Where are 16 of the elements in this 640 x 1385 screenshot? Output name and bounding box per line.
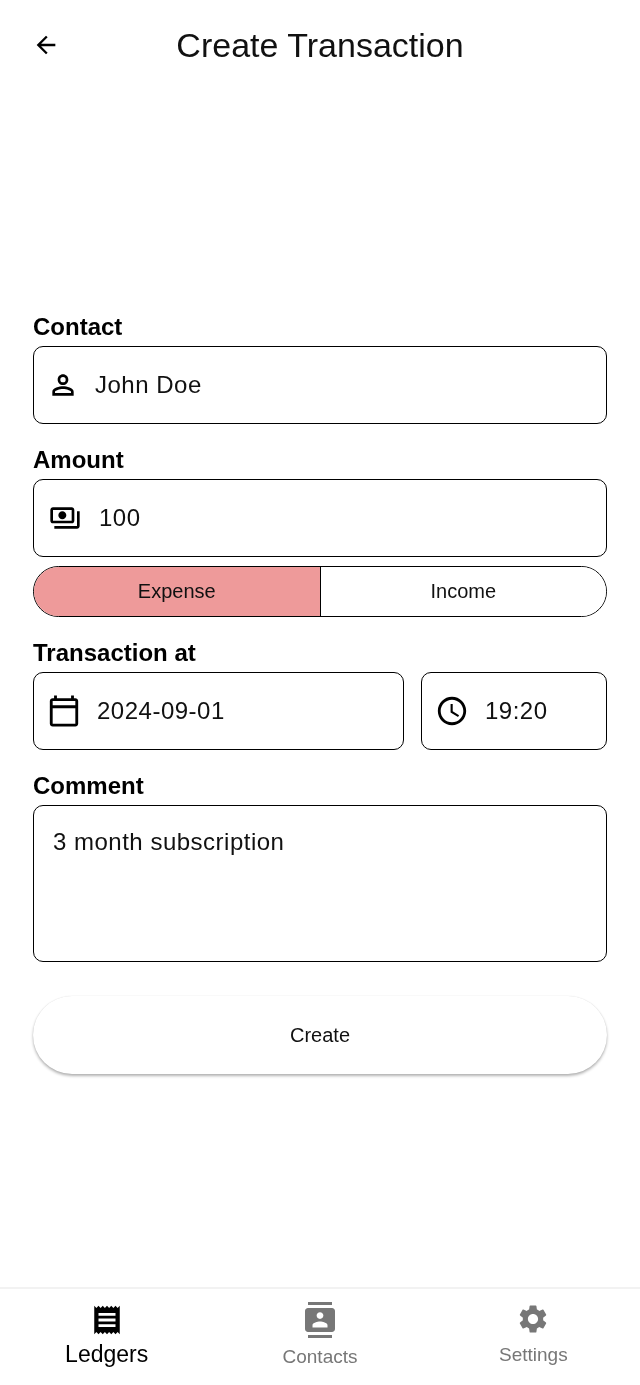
contact-card-icon: [302, 1302, 338, 1338]
time-field[interactable]: 19:20: [421, 672, 607, 750]
comment-field[interactable]: 3 month subscription: [33, 805, 607, 962]
clock-icon: [435, 694, 469, 728]
date-field[interactable]: 2024-09-01: [33, 672, 404, 750]
calendar-icon: [47, 694, 81, 728]
field-label: Amount: [33, 446, 124, 475]
field-label: Contact: [33, 313, 123, 342]
amount-field[interactable]: 100: [33, 479, 607, 557]
page-title: Create Transaction: [176, 25, 464, 65]
type-toggle-option[interactable]: Income: [319, 567, 606, 616]
contact-field[interactable]: John Doe: [33, 346, 607, 424]
field-label: Transaction at: [33, 639, 196, 668]
create-button[interactable]: Create: [33, 996, 607, 1074]
field-label: Comment: [33, 772, 144, 801]
type-toggle-option[interactable]: Expense: [34, 567, 320, 616]
